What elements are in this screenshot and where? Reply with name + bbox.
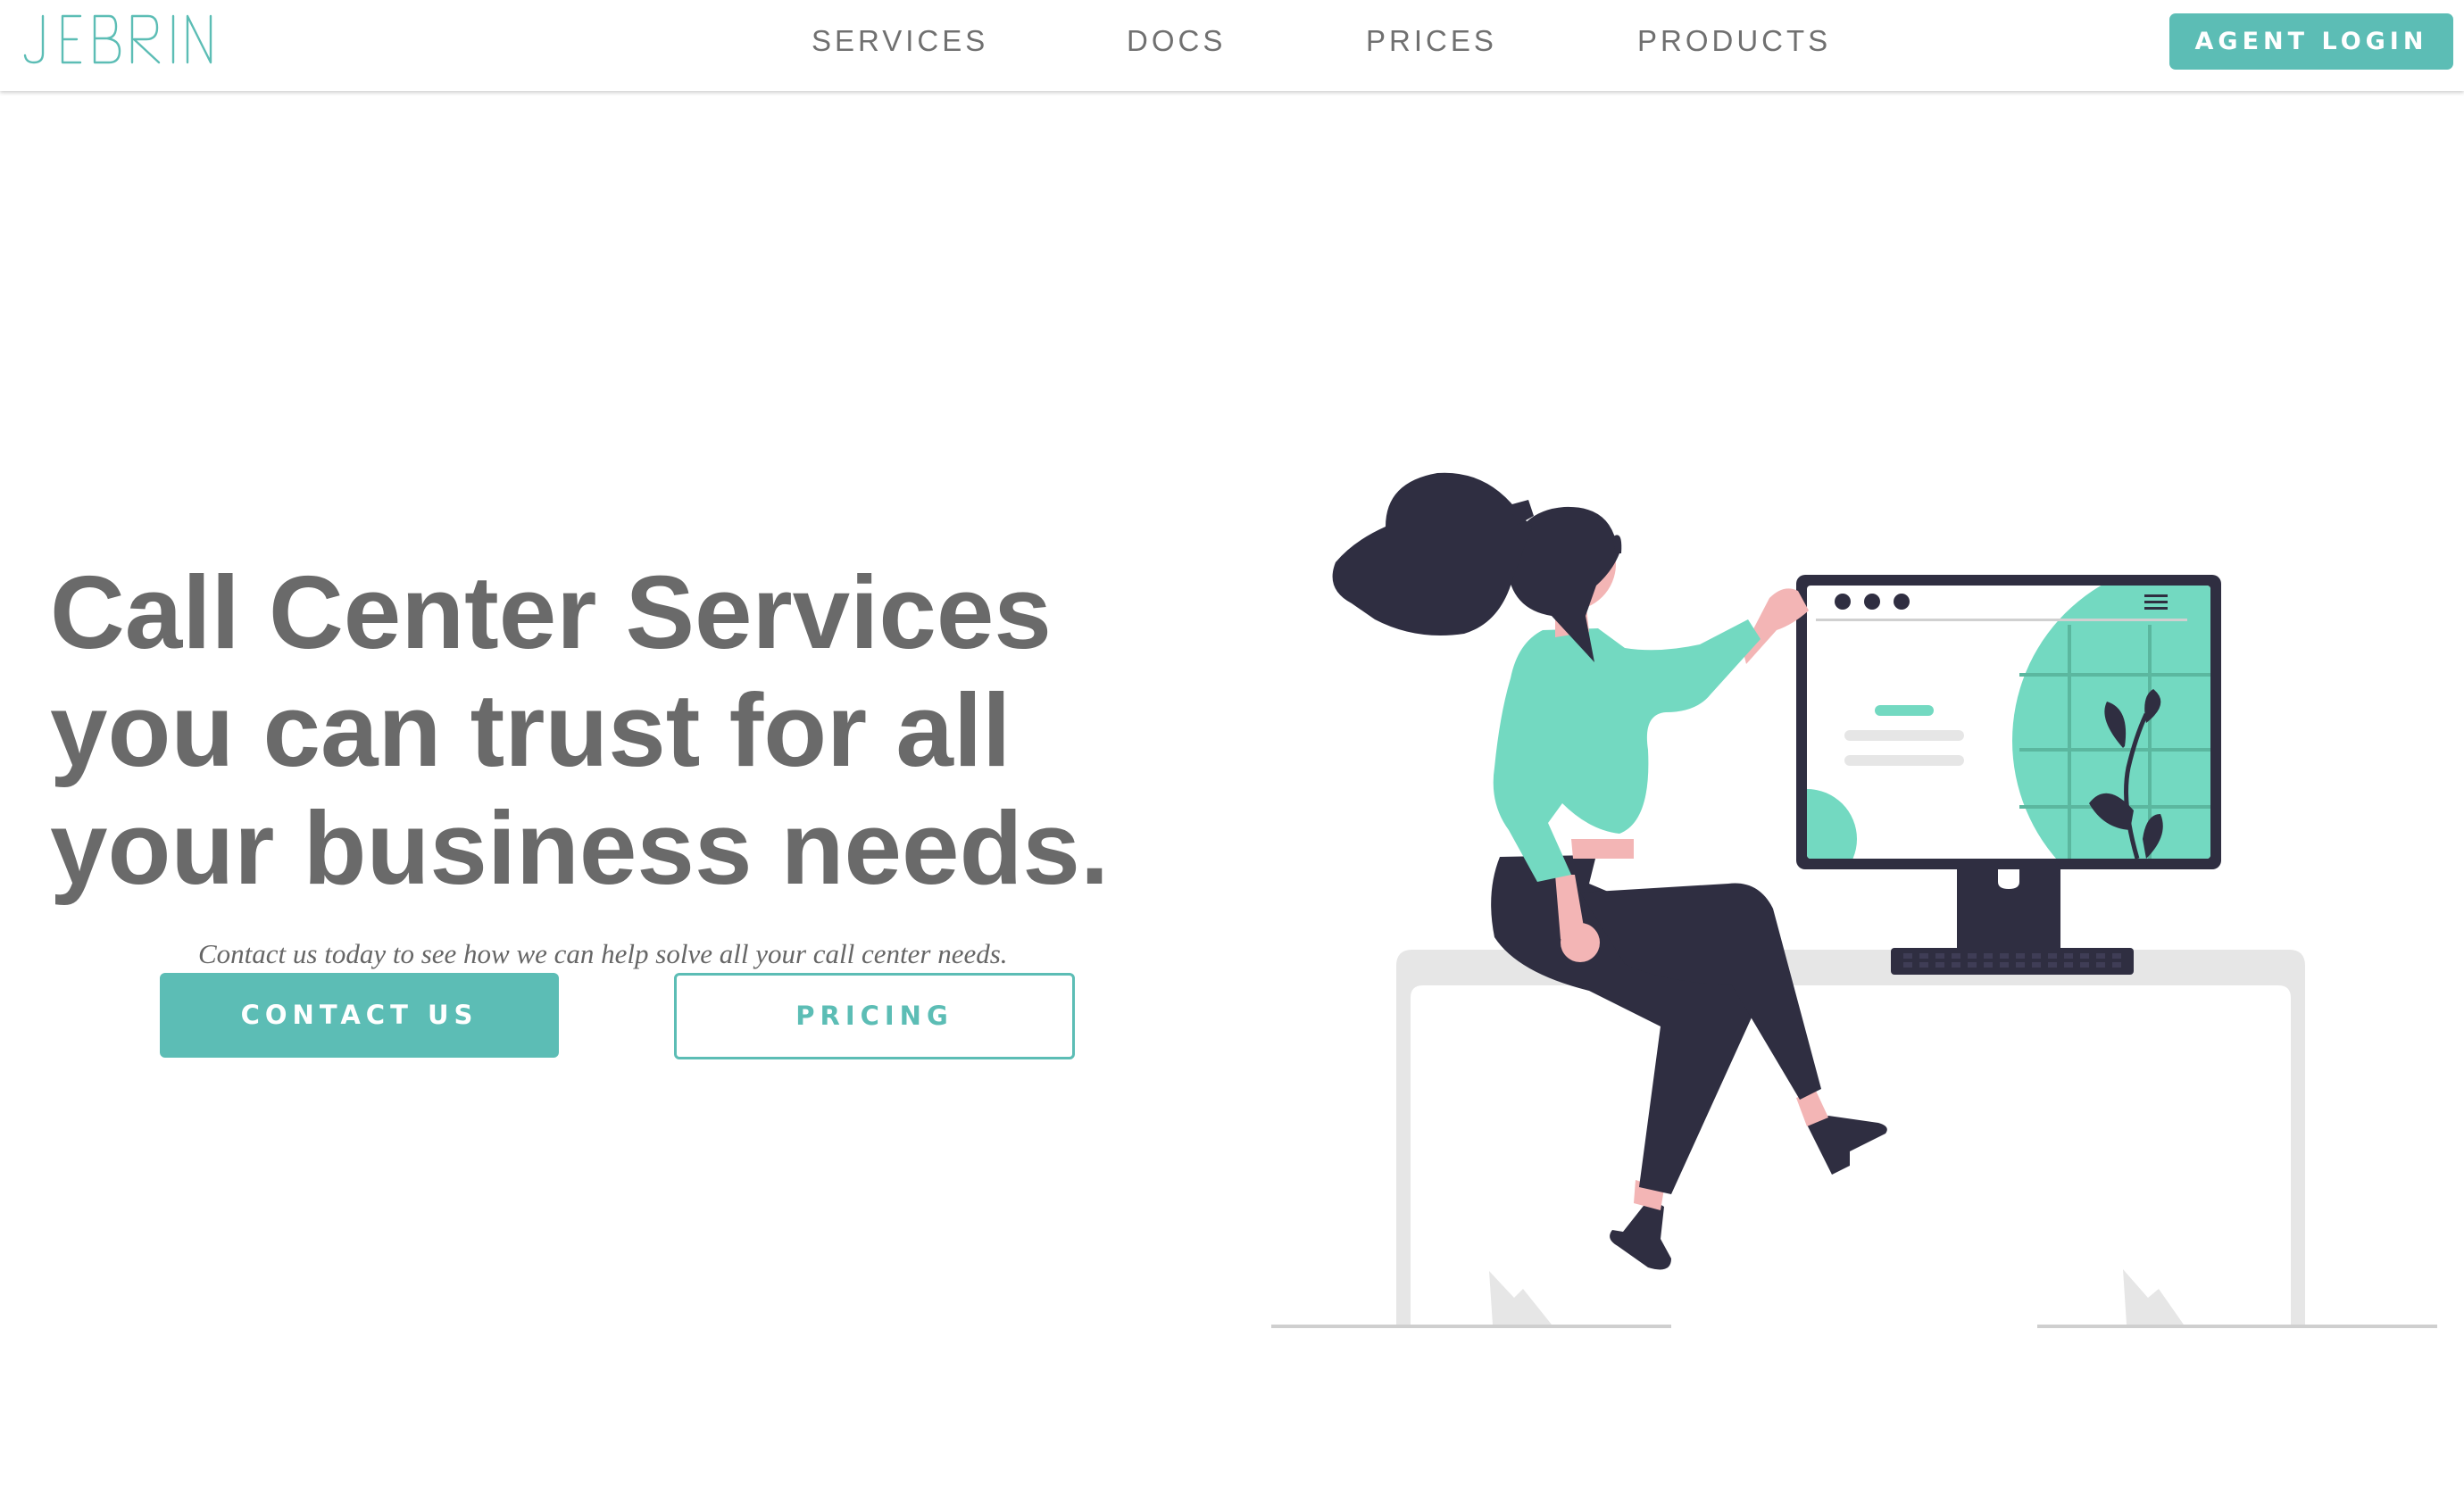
hero-title-line-1: Call Center Services [50, 554, 1052, 670]
nav-prices[interactable]: PRICES [1366, 23, 1497, 59]
hero-title-line-3: your business needs. [50, 790, 1110, 906]
nav-services[interactable]: SERVICES [812, 23, 988, 59]
logo-jebrin[interactable] [23, 12, 216, 66]
hero-title-line-2: you can trust for all [50, 672, 1011, 788]
computer-monitor [1796, 575, 2221, 975]
nav-products[interactable]: PRODUCTS [1637, 23, 1831, 59]
hero-subtitle: Contact us today to see how we can help … [198, 938, 1008, 969]
woman-figure [1332, 472, 1887, 1270]
page: SERVICES DOCS PRICES PRODUCTS AGENT LOGI… [0, 0, 2464, 1487]
pricing-button[interactable]: PRICING [674, 973, 1075, 1059]
top-navbar: SERVICES DOCS PRICES PRODUCTS AGENT LOGI… [0, 0, 2464, 91]
nav-docs[interactable]: DOCS [1127, 23, 1226, 59]
floor-lines [1271, 1325, 2437, 1328]
hero-title: Call Center Services you can trust for a… [50, 553, 1166, 907]
agent-login-button[interactable]: AGENT LOGIN [2169, 13, 2453, 70]
desk [1396, 950, 2305, 1325]
floor-plants [1489, 1269, 2184, 1325]
contact-us-button[interactable]: CONTACT US [160, 973, 559, 1058]
